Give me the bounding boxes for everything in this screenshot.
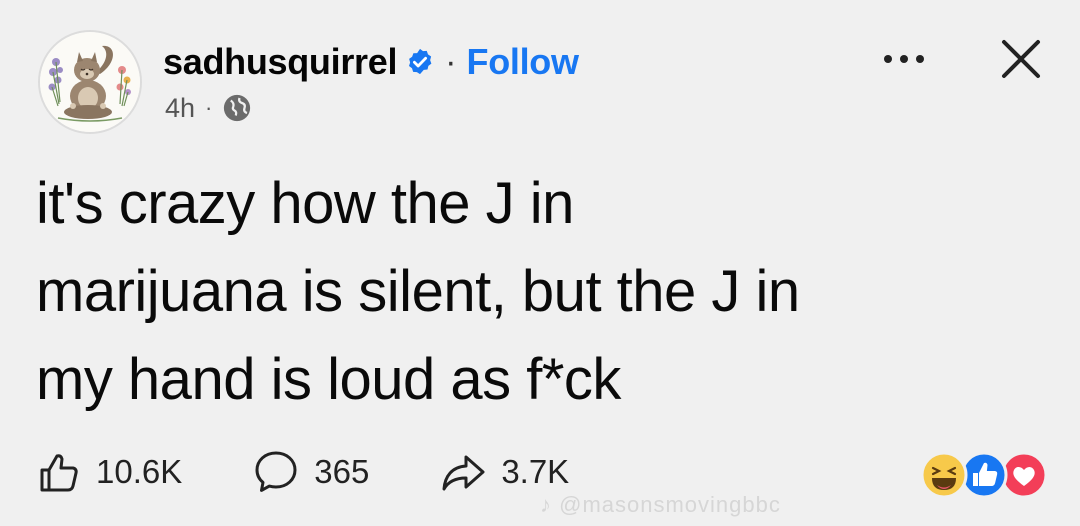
share-button[interactable]: 3.7K [439, 448, 569, 496]
post-text-line: it's crazy how the J in [36, 171, 574, 236]
post-card: sadhusquirrel · Follow 4h · it's crazy h… [0, 0, 1080, 526]
post-timestamp[interactable]: 4h [165, 93, 195, 124]
follow-button[interactable]: Follow [467, 41, 579, 83]
reaction-summary[interactable] [920, 448, 1048, 502]
thumbs-up-icon [40, 454, 78, 492]
share-icon [442, 455, 485, 491]
watermark: ♪ @masonsmovingbbc [540, 492, 781, 517]
like-reaction-icon [960, 451, 1008, 499]
comment-button[interactable]: 365 [252, 448, 369, 496]
author-username[interactable]: sadhusquirrel [163, 41, 397, 83]
like-button[interactable]: 10.6K [34, 448, 182, 496]
love-reaction-icon [1000, 451, 1048, 499]
squirrel-avatar-image [40, 32, 140, 132]
post-text-line: my hand is loud as f*ck [36, 347, 621, 412]
more-options-icon[interactable] [878, 44, 930, 74]
avatar[interactable] [38, 30, 142, 134]
author-row: sadhusquirrel · Follow [163, 38, 579, 86]
post-text-line: marijuana is silent, but the J in [36, 259, 800, 324]
action-bar: 10.6K 365 3.7K [34, 448, 639, 496]
haha-reaction-icon [920, 451, 968, 499]
comment-count: 365 [314, 453, 370, 490]
globe-icon[interactable] [222, 93, 252, 123]
comment-icon [255, 451, 297, 492]
like-count: 10.6K [96, 453, 183, 490]
meta-separator: · [205, 95, 213, 120]
post-meta: 4h · [165, 92, 252, 124]
post-body: it's crazy how the J in marijuana is sil… [36, 160, 1046, 424]
verified-badge-icon [409, 48, 432, 75]
author-separator: · [445, 42, 457, 81]
close-icon[interactable] [998, 36, 1044, 82]
share-count: 3.7K [501, 453, 570, 490]
